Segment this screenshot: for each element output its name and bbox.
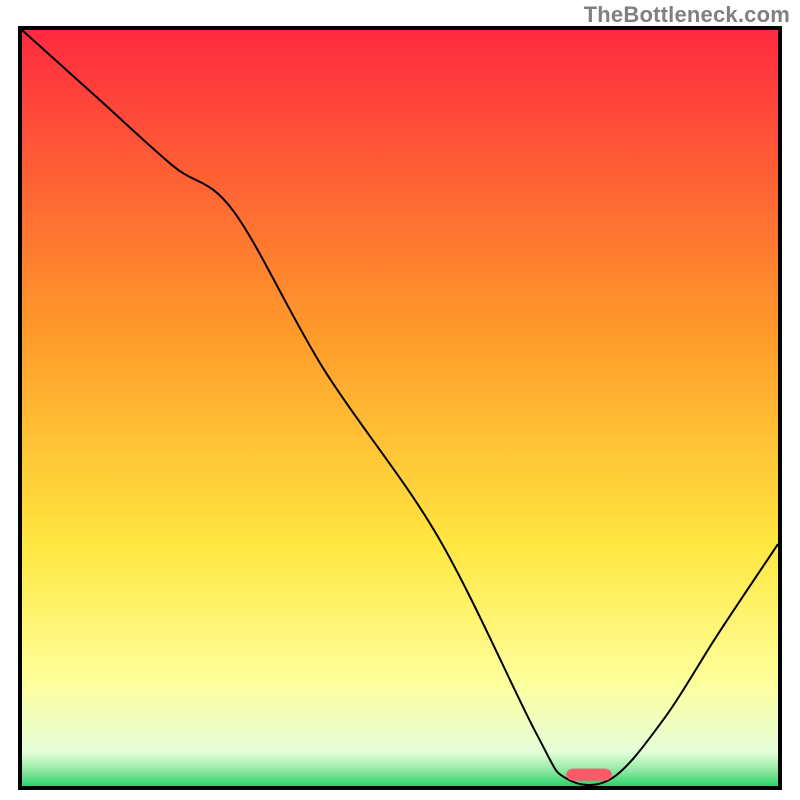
watermark-text: TheBottleneck.com [584, 2, 790, 28]
optimal-marker [566, 769, 611, 781]
plot-area [18, 26, 782, 790]
curve-layer [22, 30, 778, 786]
bottleneck-curve [22, 30, 778, 785]
